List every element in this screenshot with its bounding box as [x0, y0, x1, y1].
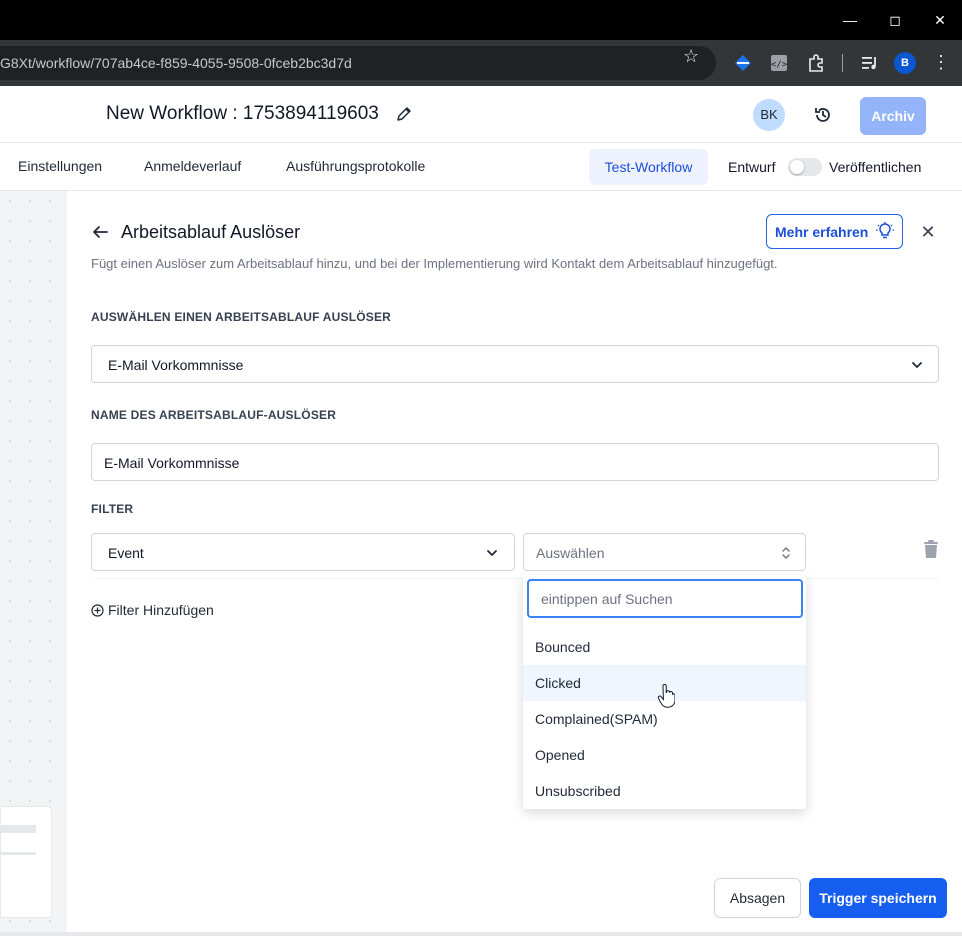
- chevron-down-icon: [912, 362, 922, 368]
- trigger-name-value: E-Mail Vorkommnisse: [104, 455, 240, 471]
- address-bar[interactable]: G8Xt/workflow/707ab4ce-f859-4055-9508-0f…: [0, 46, 716, 80]
- filter-label: FILTER: [91, 502, 134, 516]
- filter-field-select[interactable]: Event: [91, 533, 515, 571]
- extension-code-icon[interactable]: </>: [768, 52, 790, 74]
- trigger-name-input[interactable]: E-Mail Vorkommnisse: [91, 443, 939, 481]
- add-filter-button[interactable]: Filter Hinzufügen: [91, 602, 214, 618]
- tab-settings[interactable]: Einstellungen: [18, 158, 102, 174]
- minimize-icon[interactable]: —: [838, 8, 862, 32]
- workflow-title: New Workflow : 1753894119603: [106, 103, 379, 124]
- trash-icon[interactable]: [922, 539, 940, 559]
- dropdown-option-opened[interactable]: Opened: [523, 737, 806, 773]
- panel-title: Arbeitsablauf Auslöser: [121, 222, 301, 242]
- extension-diamond-icon[interactable]: [732, 52, 754, 74]
- window-titlebar: — ◻ ✕: [0, 0, 962, 40]
- hand-cursor-icon: [657, 684, 675, 708]
- lightbulb-icon: [876, 222, 894, 239]
- plus-circle-icon: [91, 604, 104, 617]
- learn-more-button[interactable]: Mehr erfahren: [766, 214, 903, 249]
- chevron-down-icon: [487, 550, 497, 556]
- dropdown-option-unsubscribed[interactable]: Unsubscribed: [523, 773, 806, 809]
- toggle-knob: [790, 160, 804, 174]
- app-header: New Workflow : 1753894119603 BK Archiv: [0, 86, 962, 143]
- dropdown-option-bounced[interactable]: Bounced: [523, 629, 806, 665]
- url-text: G8Xt/workflow/707ab4ce-f859-4055-9508-0f…: [0, 55, 352, 71]
- bookmark-star-icon[interactable]: ☆: [683, 46, 699, 67]
- node-placeholder-bar: [1, 825, 36, 833]
- save-trigger-button[interactable]: Trigger speichern: [809, 878, 947, 918]
- trigger-name-label: NAME DES ARBEITSABLAUF-AUSLÖSER: [91, 408, 337, 422]
- archive-button[interactable]: Archiv: [860, 97, 926, 135]
- filter-field-value: Event: [108, 545, 144, 561]
- profile-avatar[interactable]: B: [894, 52, 916, 74]
- close-panel-icon[interactable]: ✕: [918, 222, 938, 242]
- filter-row: Event Auswählen: [91, 527, 939, 579]
- browser-menu-icon[interactable]: ⋮: [932, 51, 950, 73]
- tab-login-history[interactable]: Anmeldeverlauf: [144, 158, 241, 174]
- publish-label: Veröffentlichen: [829, 159, 922, 175]
- canvas-node-card[interactable]: [0, 806, 52, 918]
- user-avatar[interactable]: BK: [753, 99, 785, 131]
- media-control-icon[interactable]: [859, 52, 881, 74]
- maximize-icon[interactable]: ◻: [883, 8, 907, 32]
- filter-value-placeholder: Auswählen: [536, 545, 605, 561]
- workflow-tabs: Einstellungen Anmeldeverlauf Ausführungs…: [0, 143, 962, 191]
- trigger-select[interactable]: E-Mail Vorkommnisse: [91, 345, 939, 383]
- dropdown-search-input[interactable]: [529, 581, 801, 616]
- panel-description: Fügt einen Auslöser zum Arbeitsablauf hi…: [91, 256, 778, 271]
- edit-pencil-icon[interactable]: [395, 105, 413, 123]
- trigger-panel: Arbeitsablauf Auslöser Mehr erfahren ✕ F…: [67, 191, 962, 936]
- close-window-icon[interactable]: ✕: [928, 8, 952, 32]
- trigger-select-label: AUSWÄHLEN EINEN ARBEITSABLAUF AUSLÖSER: [91, 310, 392, 324]
- draft-label: Entwurf: [728, 159, 776, 175]
- cancel-button[interactable]: Absagen: [714, 878, 801, 918]
- filter-value-select[interactable]: Auswählen: [523, 533, 806, 571]
- svg-text:</>: </>: [771, 60, 788, 70]
- extensions-puzzle-icon[interactable]: [805, 52, 827, 74]
- trigger-select-value: E-Mail Vorkommnisse: [108, 357, 244, 373]
- bottom-border: [0, 932, 962, 936]
- add-filter-label: Filter Hinzufügen: [108, 602, 214, 618]
- learn-more-label: Mehr erfahren: [775, 224, 869, 240]
- test-workflow-button[interactable]: Test-Workflow: [589, 149, 708, 185]
- node-placeholder-line: [1, 852, 36, 855]
- back-arrow-icon[interactable]: [91, 223, 109, 241]
- toolbar-separator: [842, 54, 843, 72]
- browser-toolbar: G8Xt/workflow/707ab4ce-f859-4055-9508-0f…: [0, 40, 962, 86]
- publish-toggle[interactable]: [788, 158, 822, 176]
- dropdown-search[interactable]: [527, 579, 803, 618]
- tab-execution-logs[interactable]: Ausführungsprotokolle: [286, 158, 425, 174]
- history-icon[interactable]: [813, 105, 833, 125]
- chevron-updown-icon: [782, 547, 790, 559]
